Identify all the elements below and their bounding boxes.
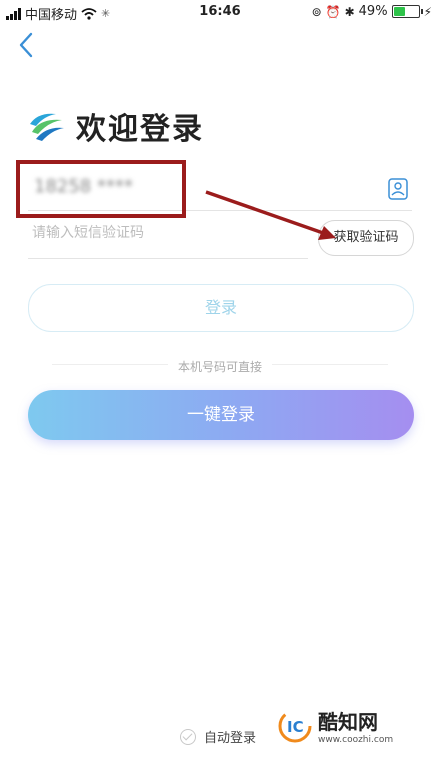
battery-fill <box>393 7 406 16</box>
watermark-url: www.coozhi.com <box>318 735 394 745</box>
login-button[interactable]: 登录 <box>28 284 414 332</box>
battery-percent: 49% <box>358 4 388 19</box>
get-code-button[interactable]: 获取验证码 <box>318 220 414 256</box>
auto-login-checkbox[interactable] <box>180 728 196 745</box>
rotation-lock-icon: ⊚ <box>311 4 322 19</box>
battery-icon <box>391 5 423 18</box>
charging-icon: ⚡ <box>423 4 432 19</box>
one-key-login-button[interactable]: 一键登录 <box>28 390 414 440</box>
watermark-text: 酷知网 www.coozhi.com <box>318 706 393 745</box>
auto-login-label: 自动登录 <box>204 731 257 746</box>
divider-text: 本机号码可直接 <box>0 356 440 375</box>
watermark: IC 酷知网 www.coozhi.com <box>278 706 393 745</box>
bluetooth-icon: ✱ <box>344 4 355 19</box>
alarm-icon: ⏰ <box>325 4 341 19</box>
sms-code-field[interactable] <box>28 214 308 259</box>
person-card-icon[interactable] <box>388 178 408 200</box>
annotation-box <box>16 160 186 218</box>
header: 欢迎登录 <box>26 104 204 148</box>
status-bar: 中国移动 ✳ 16:46 ⊚ ⏰ ✱ 49% ⚡ <box>0 0 440 24</box>
sms-code-input[interactable] <box>30 224 304 242</box>
divider-label: 本机号码可直接 <box>167 360 272 374</box>
svg-text:IC: IC <box>287 718 304 736</box>
coozhi-logo: IC <box>278 709 312 742</box>
status-right: ⊚ ⏰ ✱ 49% ⚡ <box>312 4 432 19</box>
watermark-name: 酷知网 <box>318 710 378 734</box>
auto-login-row[interactable]: 自动登录 <box>180 727 256 746</box>
page-title: 欢迎登录 <box>76 112 204 147</box>
chevron-left-icon[interactable] <box>14 30 38 60</box>
china-mobile-logo <box>30 113 64 141</box>
